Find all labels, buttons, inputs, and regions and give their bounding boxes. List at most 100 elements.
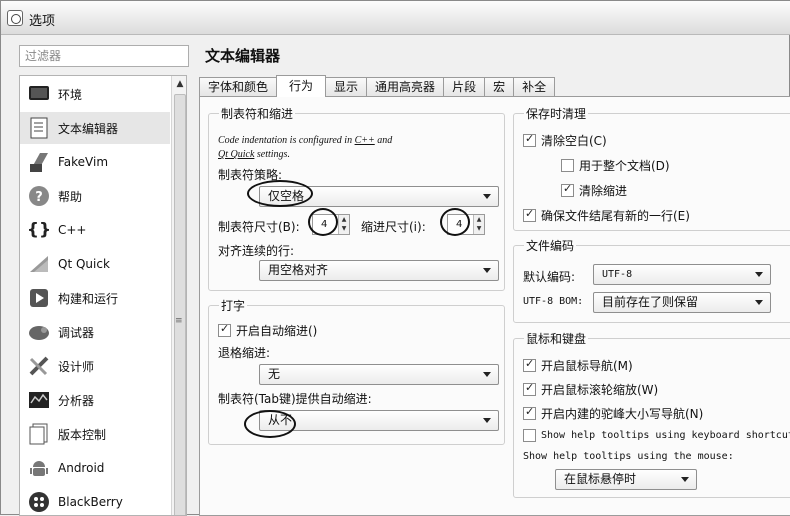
tab-key-combo[interactable]: 从不 bbox=[259, 410, 499, 431]
tab-fonts-colors[interactable]: 字体和颜色 bbox=[199, 77, 278, 97]
behavior-panel: 制表符和缩进 Code indentation is configured in… bbox=[199, 96, 790, 516]
indent-size-spinbox[interactable]: 4 ▲ ▼ bbox=[447, 214, 485, 235]
sidebar-item-label: Qt Quick bbox=[58, 257, 110, 271]
sidebar-item-help[interactable]: ? 帮助 bbox=[20, 180, 170, 212]
combo-value: 用空格对齐 bbox=[268, 263, 329, 277]
combo-value: 仅空格 bbox=[268, 189, 305, 203]
sidebar-item-fakevim[interactable]: FakeVim bbox=[20, 146, 170, 178]
clean-whitespace-checkbox[interactable]: 清除空白(C) bbox=[523, 132, 607, 149]
group-title: 保存时清理 bbox=[524, 105, 589, 122]
align-combo[interactable]: 用空格对齐 bbox=[259, 260, 499, 281]
fakevim-icon bbox=[28, 151, 50, 173]
checkbox-label: 用于整个文档(D) bbox=[579, 159, 670, 173]
tab-policy-combo[interactable]: 仅空格 bbox=[259, 186, 499, 207]
sidebar-item-build-run[interactable]: 构建和运行 bbox=[20, 282, 170, 314]
camelcase-navigation-checkbox[interactable]: 开启内建的驼峰大小写导航(N) bbox=[523, 405, 703, 422]
checkbox-label: 清除空白(C) bbox=[541, 134, 607, 148]
sidebar-item-analyzer[interactable]: 分析器 bbox=[20, 384, 170, 416]
checkbox[interactable] bbox=[523, 405, 536, 420]
sidebar-item-android[interactable]: Android bbox=[20, 452, 170, 484]
spin-up-icon[interactable]: ▲ bbox=[339, 215, 349, 224]
spin-buttons[interactable]: ▲ ▼ bbox=[338, 215, 349, 234]
tab-completion[interactable]: 补全 bbox=[513, 77, 556, 97]
ensure-newline-checkbox[interactable]: 确保文件结尾有新的一行(E) bbox=[523, 207, 690, 224]
checkbox[interactable] bbox=[523, 207, 536, 222]
help-icon: ? bbox=[28, 185, 50, 207]
sidebar-item-version-control[interactable]: 版本控制 bbox=[20, 418, 170, 450]
spin-buttons[interactable]: ▲ ▼ bbox=[473, 215, 484, 234]
sidebar-item-debugger[interactable]: 调试器 bbox=[20, 316, 170, 348]
group-title: 打字 bbox=[219, 297, 248, 314]
tab-generic-highlighter[interactable]: 通用高亮器 bbox=[366, 77, 445, 97]
tab-macros[interactable]: 宏 bbox=[484, 77, 515, 97]
checkbox-label: 开启内建的驼峰大小写导航(N) bbox=[541, 407, 704, 421]
sidebar-item-blackberry[interactable]: BlackBerry bbox=[20, 486, 170, 515]
checkbox[interactable] bbox=[523, 132, 536, 147]
mouse-keyboard-group: 鼠标和键盘 开启鼠标导航(M) 开启鼠标滚轮缩放(W) 开启内建的驼峰大小写导航… bbox=[513, 330, 790, 498]
sidebar-item-label: C++ bbox=[58, 223, 87, 237]
chevron-down-icon bbox=[681, 477, 689, 482]
mouse-tooltips-combo[interactable]: 在鼠标悬停时 bbox=[555, 469, 697, 490]
tab-behavior[interactable]: 行为 bbox=[276, 75, 327, 97]
sidebar-item-qt-quick[interactable]: Qt Quick bbox=[20, 248, 170, 280]
checkbox[interactable] bbox=[523, 357, 536, 372]
spin-down-icon[interactable]: ▼ bbox=[339, 224, 349, 233]
checkbox[interactable] bbox=[523, 429, 536, 442]
category-list: 环境 文本编辑器 FakeVim ? 帮助 {} C++ Qt Quick 构建… bbox=[19, 75, 187, 516]
tab-display[interactable]: 显示 bbox=[325, 77, 368, 97]
document-icon bbox=[28, 117, 50, 139]
checkbox-label: 开启鼠标滚轮缩放(W) bbox=[541, 383, 659, 397]
android-icon bbox=[28, 457, 50, 479]
sidebar-item-label: 调试器 bbox=[58, 325, 95, 340]
auto-indent-checkbox[interactable]: 开启自动缩进() bbox=[218, 322, 317, 339]
filter-input[interactable] bbox=[19, 45, 189, 67]
mouse-tooltips-label: Show help tooltips using the mouse: bbox=[523, 451, 734, 462]
sidebar-item-label: 文本编辑器 bbox=[58, 121, 119, 136]
tab-size-spinbox[interactable]: 4 ▲ ▼ bbox=[312, 214, 350, 235]
keyboard-tooltips-checkbox[interactable]: Show help tooltips using keyboard shortc… bbox=[523, 429, 790, 442]
scroll-up-icon[interactable]: ▲ bbox=[172, 76, 186, 92]
sidebar-item-designer[interactable]: 设计师 bbox=[20, 350, 170, 382]
sidebar-item-label: FakeVim bbox=[58, 155, 109, 169]
entire-document-checkbox[interactable]: 用于整个文档(D) bbox=[561, 157, 670, 174]
default-encoding-label: 默认编码: bbox=[523, 270, 576, 284]
checkbox[interactable] bbox=[561, 182, 574, 197]
spin-down-icon[interactable]: ▼ bbox=[474, 224, 484, 233]
spin-up-icon[interactable]: ▲ bbox=[474, 215, 484, 224]
braces-icon: {} bbox=[26, 220, 52, 240]
sidebar-item-label: 帮助 bbox=[58, 189, 83, 204]
checkbox[interactable] bbox=[523, 381, 536, 396]
scroll-zoom-checkbox[interactable]: 开启鼠标滚轮缩放(W) bbox=[523, 381, 658, 398]
sidebar-scrollbar[interactable]: ▲ ≡ bbox=[171, 76, 186, 515]
tab-size-label: 制表符尺寸(B): bbox=[218, 220, 300, 234]
default-encoding-combo[interactable]: UTF-8 bbox=[593, 264, 771, 285]
backspace-label: 退格缩进: bbox=[218, 346, 271, 360]
mouse-navigation-checkbox[interactable]: 开启鼠标导航(M) bbox=[523, 357, 633, 374]
tab-snippets[interactable]: 片段 bbox=[443, 77, 486, 97]
sidebar-item-text-editor[interactable]: 文本编辑器 bbox=[20, 112, 170, 144]
clean-indentation-checkbox[interactable]: 清除缩进 bbox=[561, 182, 627, 199]
checkbox[interactable] bbox=[218, 322, 231, 337]
checkbox[interactable] bbox=[561, 159, 574, 172]
backspace-combo[interactable]: 无 bbox=[259, 364, 499, 385]
chevron-down-icon bbox=[483, 418, 491, 423]
sidebar-item-label: 分析器 bbox=[58, 393, 95, 408]
svg-text:?: ? bbox=[35, 190, 43, 205]
sidebar-item-cpp[interactable]: {} C++ bbox=[20, 214, 170, 246]
group-title: 文件编码 bbox=[524, 237, 577, 254]
scrollbar-thumb[interactable] bbox=[174, 94, 186, 515]
checkbox-label: 开启自动缩进() bbox=[236, 324, 318, 338]
spin-value: 4 bbox=[321, 219, 328, 230]
version-control-icon bbox=[28, 423, 50, 445]
tabs-indent-group: 制表符和缩进 Code indentation is configured in… bbox=[208, 105, 505, 291]
cpp-settings-link[interactable]: C++ bbox=[355, 135, 375, 146]
combo-value: UTF-8 bbox=[602, 269, 633, 280]
qt-quick-settings-link[interactable]: Qt Quick bbox=[218, 149, 254, 160]
qt-quick-icon bbox=[28, 253, 50, 275]
tab-bar: 字体和颜色 行为 显示 通用高亮器 片段 宏 补全 bbox=[199, 75, 556, 97]
analyzer-icon bbox=[28, 389, 50, 411]
chevron-down-icon bbox=[755, 272, 763, 277]
bom-combo[interactable]: 目前存在了则保留 bbox=[593, 292, 771, 313]
sidebar-item-environment[interactable]: 环境 bbox=[20, 78, 170, 110]
group-title: 制表符和缩进 bbox=[219, 105, 296, 122]
